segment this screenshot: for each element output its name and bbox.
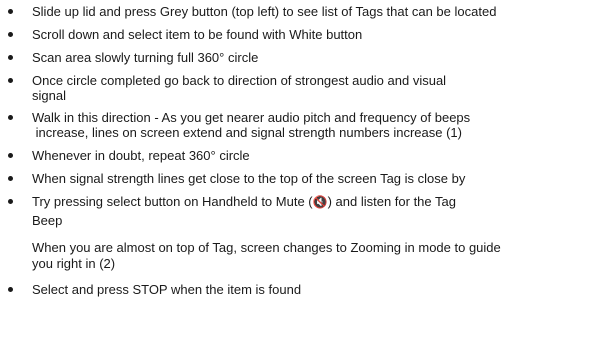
list-item: Try pressing select button on Handheld t… — [0, 194, 606, 230]
instruction-text: Whenever in doubt, repeat 360° circle — [32, 148, 250, 163]
list-item: Scan area slowly turning full 360° circl… — [0, 50, 606, 66]
instruction-text: Scan area slowly turning full 360° circl… — [32, 50, 259, 65]
list-item: When signal strength lines get close to … — [0, 171, 606, 187]
list-item: Select and press STOP when the item is f… — [0, 282, 606, 298]
bullet-icon — [8, 199, 13, 204]
instruction-text-line1: Once circle completed go back to directi… — [32, 73, 447, 88]
instruction-text-line2: increase, lines on screen extend and sig… — [32, 125, 462, 140]
bullet-icon — [8, 287, 13, 292]
instruction-text-line1: When you are almost on top of Tag, scree… — [32, 240, 501, 255]
bullet-icon — [8, 9, 13, 14]
list-item-continuation: When you are almost on top of Tag, scree… — [0, 240, 606, 276]
instruction-text-line2: you right in (2) — [32, 256, 116, 271]
list-item: Slide up lid and press Grey button (top … — [0, 4, 606, 20]
list-item: Once circle completed go back to directi… — [0, 73, 606, 105]
bullet-icon — [8, 32, 13, 37]
bullet-icon — [8, 78, 13, 83]
list-item: Walk in this direction - As you get near… — [0, 110, 606, 142]
instruction-text: Scroll down and select item to be found … — [32, 27, 363, 42]
mute-speaker-icon: 🔇 — [312, 195, 328, 209]
instruction-text-after-icon: ) and listen for the Tag — [327, 194, 456, 209]
instruction-text: Select and press STOP when the item is f… — [32, 282, 302, 297]
instruction-text-line2: Beep — [32, 213, 63, 228]
bullet-icon — [8, 115, 13, 120]
bullet-icon — [8, 153, 13, 158]
list-item: Whenever in doubt, repeat 360° circle — [0, 148, 606, 164]
list-item: Scroll down and select item to be found … — [0, 27, 606, 43]
instruction-text: When signal strength lines get close to … — [32, 171, 466, 186]
instruction-text: Slide up lid and press Grey button (top … — [32, 4, 497, 19]
instruction-text-line1: Try pressing select button on Handheld t… — [32, 194, 602, 210]
instruction-text-before-icon: Try pressing select button on Handheld t… — [32, 194, 313, 209]
instruction-text-line2: signal — [32, 88, 66, 103]
bullet-icon — [8, 176, 13, 181]
instruction-text-line1: Walk in this direction - As you get near… — [32, 110, 471, 125]
bullet-icon — [8, 55, 13, 60]
